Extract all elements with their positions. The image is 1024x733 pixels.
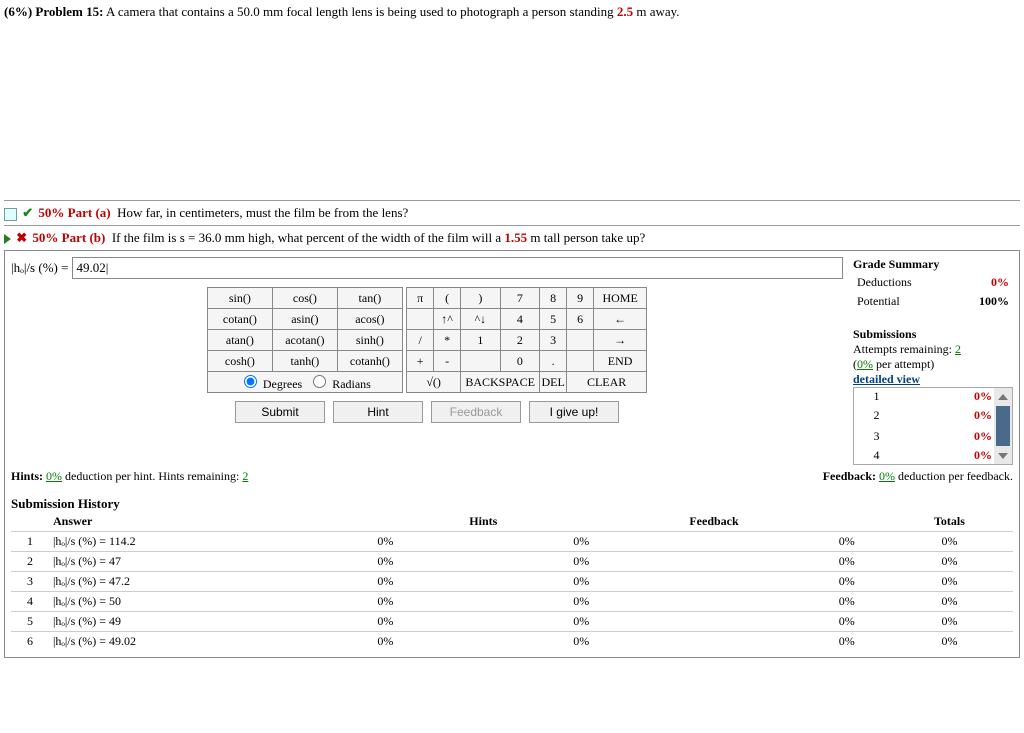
key-tan[interactable]: tan() bbox=[337, 288, 402, 309]
key-sin[interactable]: sin() bbox=[207, 288, 272, 309]
table-row: 5|hₒ|/s (%) = 490%0%0%0% bbox=[11, 612, 1013, 632]
key-tanh[interactable]: tanh() bbox=[272, 351, 337, 372]
giveup-button[interactable]: I give up! bbox=[529, 401, 619, 423]
part-a-row[interactable]: ✔ 50% Part (a) How far, in centimeters, … bbox=[4, 203, 1020, 223]
key-7[interactable]: 7 bbox=[500, 288, 540, 309]
scroll-up-icon[interactable] bbox=[994, 388, 1013, 406]
key-multiply[interactable]: * bbox=[434, 330, 461, 351]
check-icon: ✔ bbox=[22, 205, 33, 220]
key-0[interactable]: 0 bbox=[500, 351, 540, 372]
separator bbox=[4, 200, 1020, 201]
key-sqrt[interactable]: √() bbox=[407, 372, 461, 393]
key-down[interactable]: ^↓ bbox=[461, 309, 501, 330]
expand-icon[interactable] bbox=[4, 208, 17, 221]
key-end[interactable]: END bbox=[594, 351, 647, 372]
hint-button[interactable]: Hint bbox=[333, 401, 423, 423]
table-row: 1|hₒ|/s (%) = 114.20%0%0%0% bbox=[11, 532, 1013, 552]
key-acos[interactable]: acos() bbox=[337, 309, 402, 330]
key-backspace[interactable]: BACKSPACE bbox=[461, 372, 540, 393]
part-b-text-after: m tall person take up? bbox=[527, 230, 645, 245]
key-divide[interactable]: / bbox=[407, 330, 434, 351]
key-lparen[interactable]: ( bbox=[434, 288, 461, 309]
key-sinh[interactable]: sinh() bbox=[337, 330, 402, 351]
key-cosh[interactable]: cosh() bbox=[207, 351, 272, 372]
problem-label: Problem 15: bbox=[35, 4, 103, 19]
feedback-button: Feedback bbox=[431, 401, 521, 423]
key-asin[interactable]: asin() bbox=[272, 309, 337, 330]
key-minus[interactable]: - bbox=[434, 351, 461, 372]
key-left[interactable]: ← bbox=[594, 309, 647, 330]
submissions-title: Submissions bbox=[853, 327, 1013, 342]
key-home[interactable]: HOME bbox=[594, 288, 647, 309]
key-dot[interactable]: . bbox=[540, 351, 567, 372]
key-clear[interactable]: CLEAR bbox=[567, 372, 647, 393]
whitespace bbox=[4, 28, 1020, 198]
radians-radio[interactable] bbox=[313, 375, 326, 388]
submission-history-table: Answer Hints Feedback Totals 1|hₒ|/s (%)… bbox=[11, 512, 1013, 651]
submission-history-title: Submission History bbox=[11, 496, 1013, 512]
table-row: 4|hₒ|/s (%) = 500%0%0%0% bbox=[11, 592, 1013, 612]
key-atan[interactable]: atan() bbox=[207, 330, 272, 351]
submit-button[interactable]: Submit bbox=[235, 401, 325, 423]
key-9[interactable]: 9 bbox=[567, 288, 594, 309]
part-b-content: |hₒ|/s (%) = sin()cos()tan() cotan()asin… bbox=[4, 250, 1020, 658]
key-4[interactable]: 4 bbox=[500, 309, 540, 330]
key-up[interactable]: ↑^ bbox=[434, 309, 461, 330]
problem-highlight: 2.5 bbox=[617, 4, 633, 19]
hints-remaining[interactable]: 2 bbox=[242, 469, 248, 483]
separator bbox=[4, 225, 1020, 226]
key-8[interactable]: 8 bbox=[540, 288, 567, 309]
hints-footer: Hints: 0% deduction per hint. Hints rema… bbox=[11, 469, 1013, 484]
table-row: 6|hₒ|/s (%) = 49.020%0%0%0% bbox=[11, 632, 1013, 652]
number-keypad: π ( ) 7 8 9 HOME ↑^ ^↓ 4 5 6 bbox=[406, 287, 647, 393]
x-icon: ✖ bbox=[16, 230, 27, 245]
scrollbar-track[interactable] bbox=[994, 405, 1013, 447]
key-cos[interactable]: cos() bbox=[272, 288, 337, 309]
key-1[interactable]: 1 bbox=[461, 330, 501, 351]
button-row: Submit Hint Feedback I give up! bbox=[11, 401, 843, 423]
key-5[interactable]: 5 bbox=[540, 309, 567, 330]
key-plus[interactable]: + bbox=[407, 351, 434, 372]
key-rparen[interactable]: ) bbox=[461, 288, 501, 309]
grade-summary: Grade Summary Deductions0% Potential100%… bbox=[853, 257, 1013, 465]
key-2[interactable]: 2 bbox=[500, 330, 540, 351]
answer-prefix: |hₒ|/s (%) = bbox=[11, 260, 68, 276]
answer-input[interactable] bbox=[72, 257, 843, 279]
key-6[interactable]: 6 bbox=[567, 309, 594, 330]
key-3[interactable]: 3 bbox=[540, 330, 567, 351]
attempts-remaining[interactable]: 2 bbox=[955, 342, 961, 356]
hint-deduction[interactable]: 0% bbox=[46, 469, 62, 483]
feedback-deduction[interactable]: 0% bbox=[879, 469, 895, 483]
table-row: 2|hₒ|/s (%) = 470%0%0%0% bbox=[11, 552, 1013, 572]
key-del[interactable]: DEL bbox=[540, 372, 567, 393]
key-pi[interactable]: π bbox=[407, 288, 434, 309]
angle-mode[interactable]: Degrees Radians bbox=[207, 372, 402, 393]
part-b-highlight: 1.55 bbox=[504, 230, 527, 245]
attempt-table: 10% 20% 30% 40% bbox=[853, 387, 1013, 465]
table-row: 3|hₒ|/s (%) = 47.20%0%0%0% bbox=[11, 572, 1013, 592]
key-acotan[interactable]: acotan() bbox=[272, 330, 337, 351]
degrees-radio[interactable] bbox=[244, 375, 257, 388]
detailed-view-link[interactable]: detailed view bbox=[853, 372, 1013, 387]
problem-text-before: A camera that contains a 50.0 mm focal l… bbox=[106, 4, 617, 19]
problem-weight: (6%) bbox=[4, 4, 32, 19]
part-b-row: ✖ 50% Part (b) If the film is s = 36.0 m… bbox=[4, 228, 1020, 248]
scroll-down-icon[interactable] bbox=[994, 447, 1013, 465]
function-keypad: sin()cos()tan() cotan()asin()acos() atan… bbox=[207, 287, 403, 393]
part-b-text-before: If the film is s = 36.0 mm high, what pe… bbox=[112, 230, 505, 245]
grade-title: Grade Summary bbox=[853, 257, 1013, 272]
key-cotan[interactable]: cotan() bbox=[207, 309, 272, 330]
problem-header: (6%) Problem 15: A camera that contains … bbox=[4, 4, 1020, 20]
key-right[interactable]: → bbox=[594, 330, 647, 351]
problem-text-after: m away. bbox=[633, 4, 679, 19]
key-cotanh[interactable]: cotanh() bbox=[337, 351, 402, 372]
collapse-icon[interactable] bbox=[4, 234, 11, 244]
part-a-text: How far, in centimeters, must the film b… bbox=[117, 205, 408, 220]
